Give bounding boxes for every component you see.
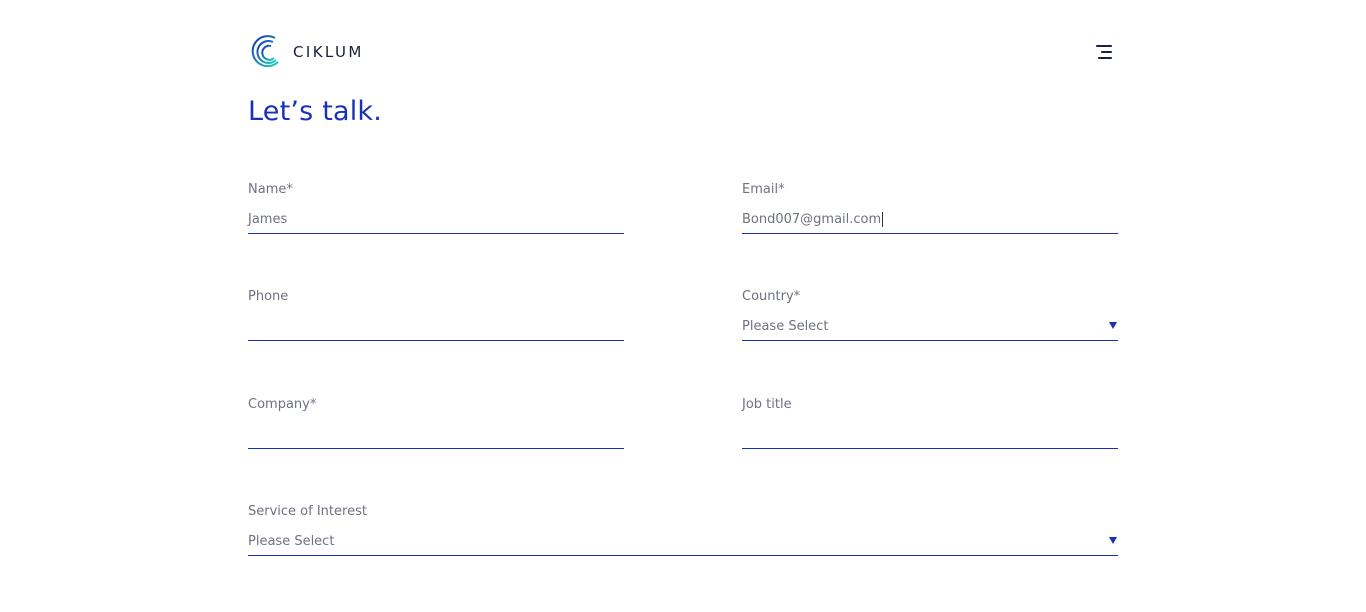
job-title-label: Job title [742, 397, 792, 412]
name-value: James [248, 212, 288, 227]
company-field[interactable] [248, 421, 624, 449]
email-field[interactable]: Bond007@gmail.com [742, 206, 1118, 234]
caret-down-icon [1109, 322, 1117, 329]
ciklum-logo-icon [251, 35, 279, 68]
email-label: Email* [742, 182, 785, 197]
hamburger-menu-icon[interactable] [1094, 43, 1112, 61]
caret-down-icon [1109, 537, 1117, 544]
name-field-group: Name* James [248, 182, 624, 242]
name-label: Name* [248, 182, 293, 197]
text-cursor [882, 212, 884, 227]
service-label: Service of Interest [248, 504, 367, 519]
service-field-group: Service of Interest Please Select [248, 504, 1118, 564]
job-title-field-group: Job title [742, 397, 1118, 457]
phone-field-group: Phone [248, 289, 624, 349]
job-title-field[interactable] [742, 421, 1118, 449]
company-field-group: Company* [248, 397, 624, 457]
email-value: Bond007@gmail.com [742, 212, 882, 227]
contact-page: CIKLUM Let’s talk. Name* James Email* Bo… [0, 0, 1366, 612]
email-field-group: Email* Bond007@gmail.com [742, 182, 1118, 242]
page-title: Let’s talk. [248, 96, 383, 127]
company-label: Company* [248, 397, 317, 412]
brand-name: CIKLUM [293, 43, 364, 61]
country-selected: Please Select [742, 319, 829, 334]
country-field-group: Country* Please Select [742, 289, 1118, 349]
phone-field[interactable] [248, 313, 624, 341]
country-select[interactable]: Please Select [742, 313, 1118, 341]
service-select[interactable]: Please Select [248, 528, 1118, 556]
name-field[interactable]: James [248, 206, 624, 234]
phone-label: Phone [248, 289, 289, 304]
ciklum-logo[interactable]: CIKLUM [248, 33, 364, 71]
service-selected: Please Select [248, 534, 335, 549]
site-header: CIKLUM [248, 33, 1118, 71]
country-label: Country* [742, 289, 801, 304]
